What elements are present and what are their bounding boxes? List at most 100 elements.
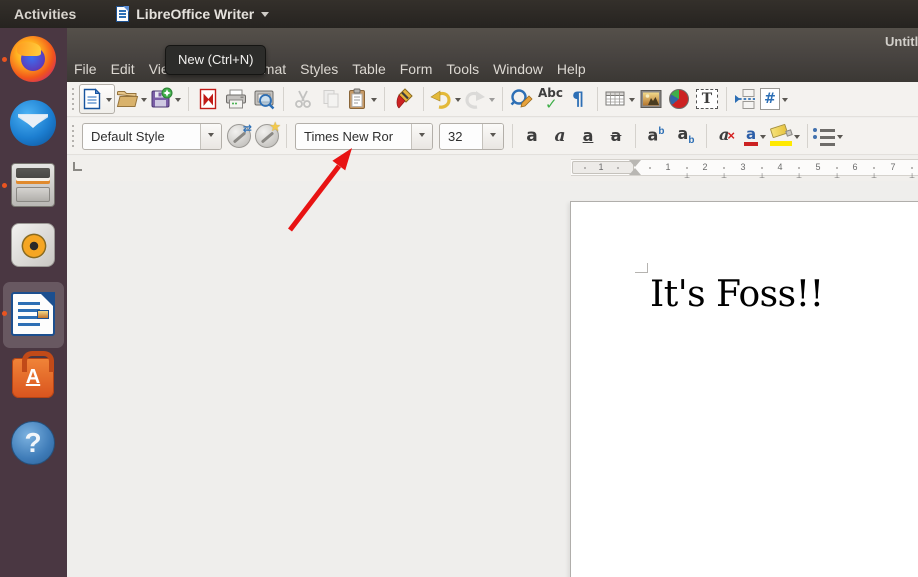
new-dropdown-arrow[interactable] xyxy=(106,98,112,105)
underline-icon: a xyxy=(583,128,594,144)
dock-item-help[interactable]: ? xyxy=(10,420,56,466)
clear-formatting-icon: a× xyxy=(719,127,735,145)
insert-field-button[interactable]: # xyxy=(760,84,790,114)
dock-item-ubuntu-software[interactable]: A xyxy=(10,356,56,402)
undo-dropdown-arrow[interactable] xyxy=(455,98,461,105)
dock-item-firefox[interactable] xyxy=(10,36,56,82)
menu-styles[interactable]: Styles xyxy=(300,61,338,77)
new-button[interactable] xyxy=(79,84,115,114)
toolbar-separator xyxy=(807,124,808,148)
activities-button[interactable]: Activities xyxy=(14,6,76,22)
print-button[interactable] xyxy=(222,84,250,114)
font-size-dropdown[interactable] xyxy=(482,124,503,149)
undo-button[interactable] xyxy=(429,84,463,114)
toolbar-separator xyxy=(512,124,513,148)
font-color-dropdown-arrow[interactable] xyxy=(760,135,766,142)
font-name-dropdown[interactable] xyxy=(411,124,432,149)
printer-icon xyxy=(223,87,249,111)
file-cabinet-icon xyxy=(11,163,55,207)
new-style-button[interactable]: ★ xyxy=(253,121,281,151)
software-a-glyph: A xyxy=(12,366,54,389)
app-indicator-menu[interactable]: LibreOffice Writer xyxy=(116,6,269,22)
font-size-combobox[interactable]: 32 xyxy=(439,123,504,150)
cut-button[interactable] xyxy=(289,84,317,114)
paragraph-style-dropdown[interactable] xyxy=(200,124,221,149)
menu-edit[interactable]: Edit xyxy=(111,61,135,77)
copy-button[interactable] xyxy=(317,84,345,114)
toolbar-separator xyxy=(597,87,598,111)
document-page[interactable]: It's Foss!! xyxy=(570,201,918,577)
paintbrush-icon xyxy=(392,87,416,111)
font-name-combobox[interactable]: Times New Ror xyxy=(295,123,433,150)
tab-stop-selector[interactable] xyxy=(73,162,82,171)
redo-dropdown-arrow[interactable] xyxy=(489,98,495,105)
document-text[interactable]: It's Foss!! xyxy=(650,274,824,315)
highlighting-button[interactable] xyxy=(770,121,802,151)
strikethrough-button[interactable]: a xyxy=(602,121,630,151)
toolbar-grip[interactable] xyxy=(70,88,77,110)
paste-button[interactable] xyxy=(345,84,379,114)
paste-dropdown-arrow[interactable] xyxy=(371,98,377,105)
insert-chart-button[interactable] xyxy=(665,84,693,114)
spelling-button[interactable]: Abc ✓ xyxy=(536,84,564,114)
menu-tools[interactable]: Tools xyxy=(446,61,479,77)
insert-field-dropdown-arrow[interactable] xyxy=(782,98,788,105)
dock-item-rhythmbox[interactable] xyxy=(10,222,56,268)
dock-item-files[interactable] xyxy=(10,162,56,208)
ruler-row: 1 1 2 3 4 5 6 7 ⊥ ⊥ ⊥ xyxy=(67,156,918,181)
toolbar-separator xyxy=(706,124,707,148)
clipboard-icon xyxy=(345,87,369,111)
save-dropdown-arrow[interactable] xyxy=(175,98,181,105)
insert-textbox-button[interactable]: T xyxy=(693,84,721,114)
toolbar-grip[interactable] xyxy=(70,125,77,147)
copy-icon xyxy=(319,87,343,111)
tooltip: New (Ctrl+N) xyxy=(165,45,266,75)
formatting-marks-button[interactable]: ¶ xyxy=(564,84,592,114)
toolbar-separator xyxy=(423,87,424,111)
menu-file[interactable]: File xyxy=(74,61,97,77)
thunderbird-icon xyxy=(10,100,56,146)
update-style-button[interactable]: ⇄ xyxy=(225,121,253,151)
find-replace-button[interactable] xyxy=(508,84,536,114)
font-name-value[interactable]: Times New Ror xyxy=(296,124,411,149)
bullet-list-dropdown-arrow[interactable] xyxy=(837,135,843,142)
italic-button[interactable]: a xyxy=(546,121,574,151)
menu-help[interactable]: Help xyxy=(557,61,586,77)
insert-table-dropdown-arrow[interactable] xyxy=(629,98,635,105)
highlighting-dropdown-arrow[interactable] xyxy=(794,135,800,142)
print-preview-button[interactable] xyxy=(250,84,278,114)
libreoffice-window: Untitled File Edit View Insert Format St… xyxy=(67,28,918,577)
standard-toolbar: Abc ✓ ¶ xyxy=(67,82,918,117)
superscript-button[interactable]: ab xyxy=(641,121,671,151)
menu-form[interactable]: Form xyxy=(400,61,433,77)
open-dropdown-arrow[interactable] xyxy=(141,98,147,105)
bold-icon: a xyxy=(526,128,537,145)
paragraph-style-value[interactable]: Default Style xyxy=(83,124,200,149)
insert-table-button[interactable] xyxy=(603,84,637,114)
insert-image-button[interactable] xyxy=(637,84,665,114)
font-size-value[interactable]: 32 xyxy=(440,124,482,149)
font-color-button[interactable]: a xyxy=(742,121,770,151)
bullet-list-icon xyxy=(813,127,835,145)
subscript-button[interactable]: ab xyxy=(671,121,701,151)
window-title: Untitled xyxy=(885,34,918,49)
bold-button[interactable]: a xyxy=(518,121,546,151)
export-pdf-button[interactable] xyxy=(194,84,222,114)
clear-formatting-button[interactable]: a× xyxy=(712,121,742,151)
dock-item-libreoffice-writer[interactable] xyxy=(10,291,56,337)
image-icon xyxy=(638,87,664,111)
ruler-number: 1 xyxy=(665,162,670,172)
save-button[interactable] xyxy=(149,84,183,114)
open-button[interactable] xyxy=(115,84,149,114)
clone-formatting-button[interactable] xyxy=(390,84,418,114)
insert-page-break-button[interactable] xyxy=(732,84,760,114)
underline-button[interactable]: a xyxy=(574,121,602,151)
menu-window[interactable]: Window xyxy=(493,61,543,77)
horizontal-ruler[interactable]: 1 1 2 3 4 5 6 7 ⊥ ⊥ ⊥ xyxy=(571,159,918,176)
redo-button[interactable] xyxy=(463,84,497,114)
bullet-list-button[interactable] xyxy=(813,121,845,151)
ruler-number: 3 xyxy=(740,162,745,172)
paragraph-style-combobox[interactable]: Default Style xyxy=(82,123,222,150)
dock-item-thunderbird[interactable] xyxy=(10,100,56,146)
menu-table[interactable]: Table xyxy=(352,61,385,77)
